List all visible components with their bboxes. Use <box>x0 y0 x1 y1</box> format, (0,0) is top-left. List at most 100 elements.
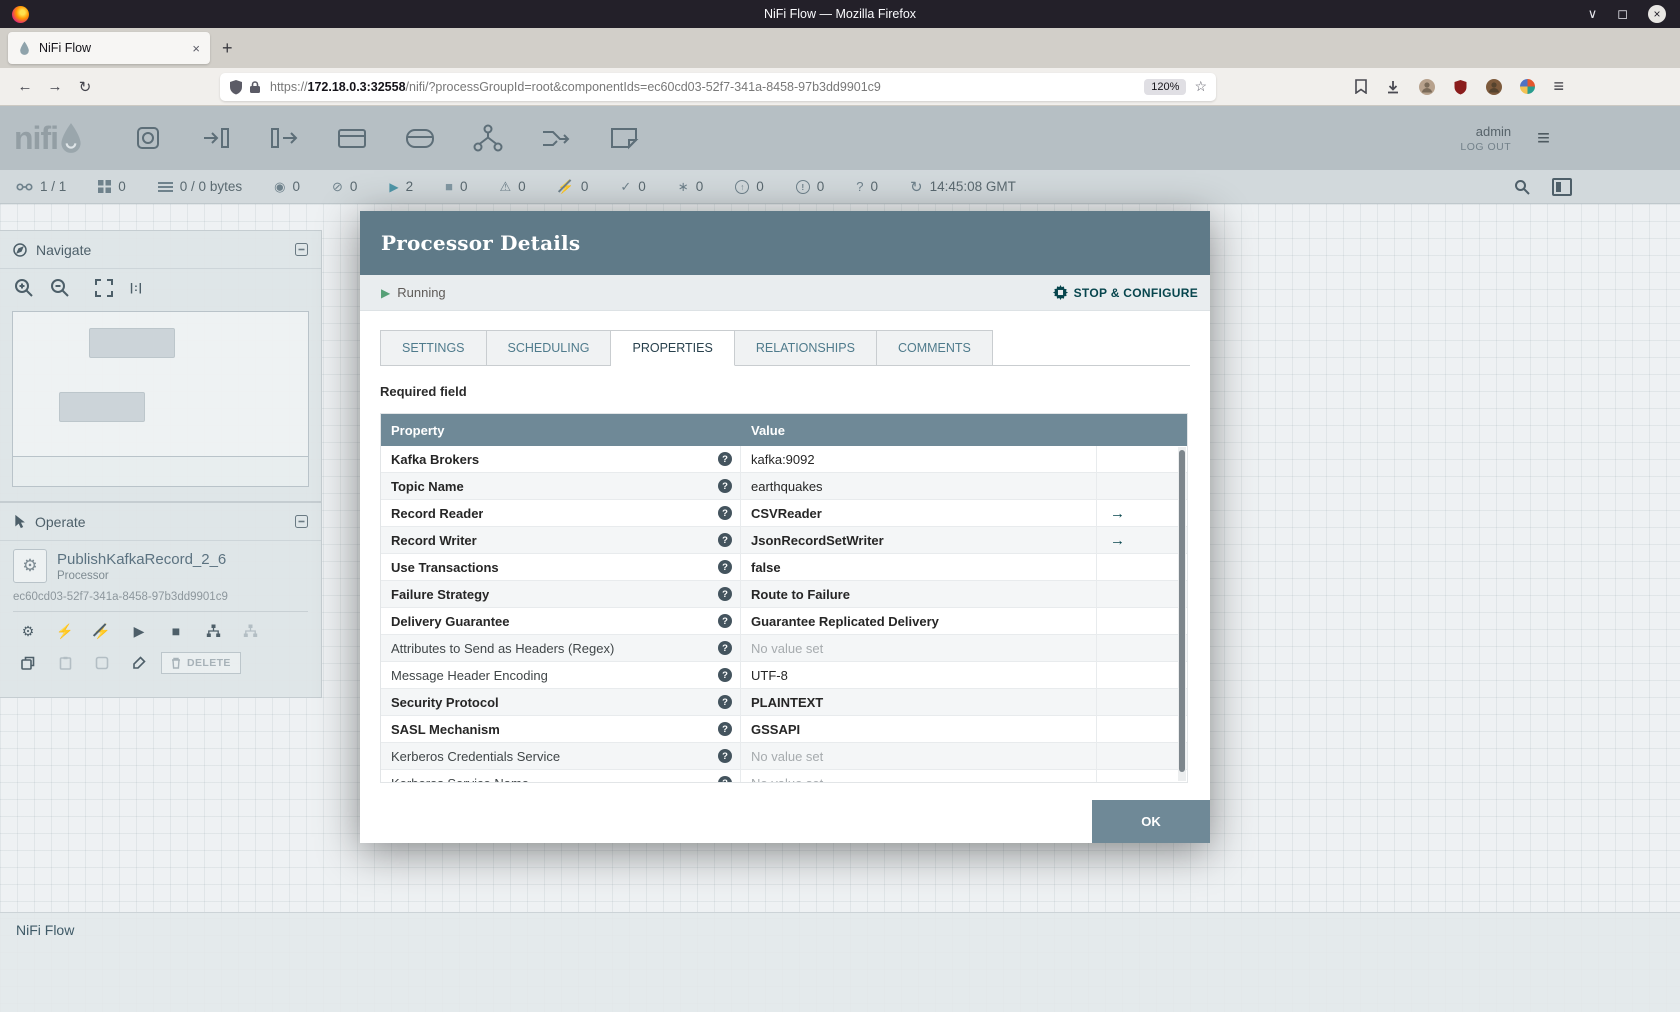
copy-button[interactable] <box>13 650 43 676</box>
property-value[interactable]: UTF-8 <box>751 668 788 683</box>
help-icon[interactable]: ? <box>718 722 732 736</box>
account-avatar-icon[interactable] <box>1419 78 1436 95</box>
property-row[interactable]: Kerberos Credentials Service ? No value … <box>381 743 1187 770</box>
help-icon[interactable]: ? <box>718 560 732 574</box>
nifi-logo[interactable]: nifi <box>14 122 84 154</box>
browser-tab-nifi-flow[interactable]: NiFi Flow × <box>8 32 210 64</box>
group-button[interactable] <box>198 618 228 644</box>
tab-relationships[interactable]: RELATIONSHIPS <box>734 330 877 366</box>
reload-button[interactable]: ↻ <box>70 78 100 96</box>
property-row[interactable]: Failure Strategy ? Route to Failure <box>381 581 1187 608</box>
logout-link[interactable]: LOG OUT <box>1460 141 1511 153</box>
breadcrumb[interactable]: NiFi Flow <box>16 922 74 938</box>
property-value[interactable]: GSSAPI <box>751 722 800 737</box>
global-menu-icon[interactable]: ≡ <box>1537 125 1550 151</box>
table-scrollbar[interactable] <box>1178 447 1186 781</box>
help-icon[interactable]: ? <box>718 506 732 520</box>
processor-icon[interactable] <box>130 122 166 154</box>
funnel-icon[interactable] <box>470 122 506 154</box>
shield-icon[interactable] <box>229 79 243 95</box>
help-icon[interactable]: ? <box>718 695 732 709</box>
property-value[interactable]: false <box>751 560 781 575</box>
color-palette-button[interactable] <box>87 650 117 676</box>
property-row[interactable]: Topic Name ? earthquakes <box>381 473 1187 500</box>
process-group-icon[interactable] <box>334 122 370 154</box>
window-minimize-icon[interactable]: ∨ <box>1588 6 1598 22</box>
input-port-icon[interactable] <box>198 122 234 154</box>
menu-hamburger-icon[interactable]: ≡ <box>1553 76 1564 97</box>
property-value[interactable]: No value set <box>751 641 823 656</box>
property-value[interactable]: Route to Failure <box>751 587 850 602</box>
ok-button[interactable]: OK <box>1092 800 1210 843</box>
paste-button[interactable] <box>50 650 80 676</box>
delete-button[interactable]: DELETE <box>161 652 241 674</box>
zoom-level-badge[interactable]: 120% <box>1144 78 1187 95</box>
property-value[interactable]: JsonRecordSetWriter <box>751 533 884 548</box>
property-value[interactable]: kafka:9092 <box>751 452 815 467</box>
forward-button[interactable]: → <box>40 78 70 95</box>
url-bar[interactable]: https://172.18.0.3:32558/nifi/?processGr… <box>220 72 1216 101</box>
extension-pinwheel-icon[interactable] <box>1520 79 1536 94</box>
property-row[interactable]: Use Transactions ? false <box>381 554 1187 581</box>
help-icon[interactable]: ? <box>718 587 732 601</box>
birdseye-minimap[interactable] <box>12 311 309 457</box>
url-text[interactable]: https://172.18.0.3:32558/nifi/?processGr… <box>270 80 1136 94</box>
property-row[interactable]: Record Reader ? CSVReader → <box>381 500 1187 527</box>
stop-button[interactable]: ■ <box>161 618 191 644</box>
enable-button[interactable]: ⚡ <box>50 618 80 644</box>
back-button[interactable]: ← <box>10 78 40 95</box>
property-value[interactable]: No value set <box>751 749 823 764</box>
goto-service-icon[interactable]: → <box>1110 532 1125 549</box>
disable-button[interactable]: ⚡ <box>87 618 117 644</box>
property-value[interactable]: No value set <box>751 776 823 783</box>
new-tab-button[interactable]: + <box>222 38 233 59</box>
zoom-fit-icon[interactable] <box>94 278 114 298</box>
help-icon[interactable]: ? <box>718 533 732 547</box>
tab-scheduling[interactable]: SCHEDULING <box>486 330 612 366</box>
property-row[interactable]: Attributes to Send as Headers (Regex) ? … <box>381 635 1187 662</box>
ublock-shield-icon[interactable] <box>1453 79 1468 95</box>
downloads-icon[interactable] <box>1385 79 1401 95</box>
lock-icon[interactable] <box>249 80 261 94</box>
property-value[interactable]: Guarantee Replicated Delivery <box>751 614 939 629</box>
tab-close-icon[interactable]: × <box>192 41 200 56</box>
help-icon[interactable]: ? <box>718 668 732 682</box>
sidebar-toggle-icon[interactable] <box>1552 177 1572 196</box>
template-icon[interactable] <box>538 122 574 154</box>
stop-and-configure-button[interactable]: STOP & CONFIGURE <box>1052 285 1198 300</box>
property-row[interactable]: Record Writer ? JsonRecordSetWriter → <box>381 527 1187 554</box>
zoom-actual-icon[interactable]: |:| <box>130 282 143 294</box>
brush-button[interactable] <box>124 650 154 676</box>
property-row[interactable]: Kerberos Service Name ? No value set <box>381 770 1187 782</box>
ungroup-button[interactable] <box>235 618 265 644</box>
help-icon[interactable]: ? <box>718 749 732 763</box>
goto-service-icon[interactable]: → <box>1110 505 1125 522</box>
tab-properties[interactable]: PROPERTIES <box>611 330 735 366</box>
window-close-icon[interactable]: × <box>1648 5 1666 23</box>
tab-settings[interactable]: SETTINGS <box>380 330 487 366</box>
zoom-in-icon[interactable] <box>14 278 34 298</box>
search-icon[interactable] <box>1514 179 1530 195</box>
start-button[interactable]: ▶ <box>124 618 154 644</box>
window-maximize-icon[interactable]: ◻ <box>1617 6 1628 22</box>
operate-collapse-icon[interactable] <box>295 515 308 528</box>
property-value[interactable]: CSVReader <box>751 506 822 521</box>
property-value[interactable]: PLAINTEXT <box>751 695 823 710</box>
output-port-icon[interactable] <box>266 122 302 154</box>
help-icon[interactable]: ? <box>718 452 732 466</box>
selected-component-id[interactable]: ec60cd03-52f7-341a-8458-97b3dd9901c9 <box>13 591 308 603</box>
property-row[interactable]: Security Protocol ? PLAINTEXT <box>381 689 1187 716</box>
pocket-icon[interactable] <box>1355 79 1368 94</box>
label-icon[interactable] <box>606 122 642 154</box>
property-row[interactable]: Delivery Guarantee ? Guarantee Replicate… <box>381 608 1187 635</box>
tab-comments[interactable]: COMMENTS <box>876 330 993 366</box>
configure-button[interactable]: ⚙ <box>13 618 43 644</box>
help-icon[interactable]: ? <box>718 641 732 655</box>
bookmark-star-icon[interactable]: ☆ <box>1194 78 1207 95</box>
property-row[interactable]: Kafka Brokers ? kafka:9092 <box>381 446 1187 473</box>
property-row[interactable]: SASL Mechanism ? GSSAPI <box>381 716 1187 743</box>
refresh-icon[interactable]: ↻ <box>910 178 923 196</box>
zoom-out-icon[interactable] <box>50 278 70 298</box>
property-value[interactable]: earthquakes <box>751 479 823 494</box>
help-icon[interactable]: ? <box>718 776 732 782</box>
